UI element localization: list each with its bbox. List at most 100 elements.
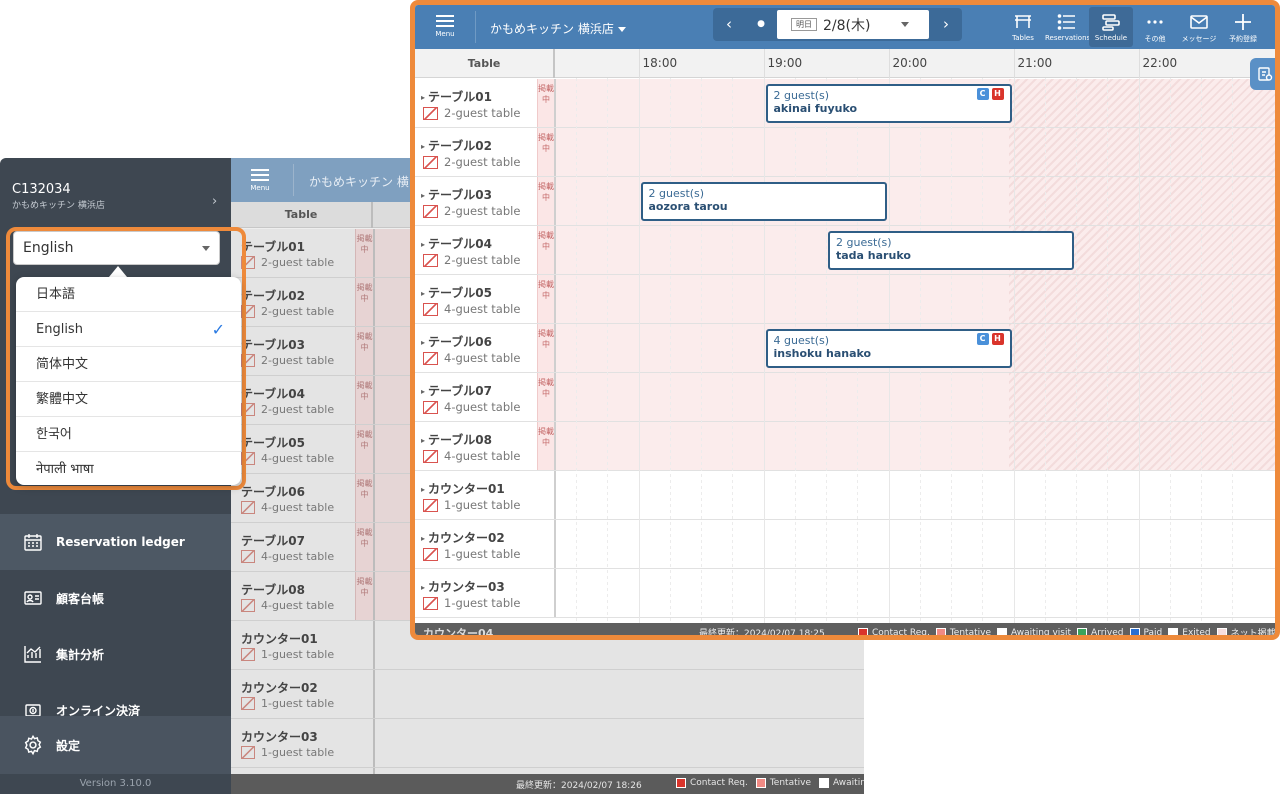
table-row[interactable]: テーブル074-guest table 掲載中 <box>415 373 1275 422</box>
table-capacity: 2-guest table <box>423 155 520 169</box>
reservation-guests: 4 guest(s) <box>773 334 830 347</box>
table-row[interactable]: テーブル022-guest table 掲載中 <box>415 128 1275 177</box>
toolbar-list-button[interactable]: Reservations <box>1045 7 1090 47</box>
timeline-area[interactable] <box>556 569 1275 617</box>
table-name: カウンター03 <box>241 730 318 744</box>
language-option[interactable]: English ✓ <box>16 312 241 347</box>
legend-swatch <box>819 778 829 788</box>
table-row[interactable]: カウンター031-guest table <box>415 569 1275 618</box>
column-divider <box>373 376 375 424</box>
settings-label: 設定 <box>56 738 81 753</box>
legend-swatch <box>935 627 946 635</box>
table-row[interactable]: カウンター021-guest table <box>415 520 1275 569</box>
capacity-label: 4-guest table <box>444 351 521 365</box>
menu-button[interactable]: Menu <box>245 166 275 196</box>
front-screen: Menu かもめキッチン 横浜店 ‹ ● 明日 2/8(木) › Tables R… <box>410 0 1280 640</box>
column-divider <box>373 523 375 571</box>
table-row[interactable]: カウンター011-guest table <box>415 471 1275 520</box>
language-option-label: 한국어 <box>36 427 72 442</box>
no-smoking-icon <box>241 697 255 710</box>
language-option[interactable]: 简体中文 <box>16 347 241 382</box>
table-name: テーブル03 <box>241 338 305 352</box>
caret-down-icon <box>901 22 909 27</box>
toolbar-mail-button[interactable]: メッセージ <box>1177 7 1221 47</box>
date-picker[interactable]: 明日 2/8(木) <box>777 10 929 39</box>
table-row[interactable]: カウンター031-guest table <box>231 719 864 768</box>
legend-swatch <box>1077 627 1088 635</box>
course-icon: C <box>976 88 989 100</box>
reservation-block[interactable]: 2 guest(s) akinai fuyuko C H <box>765 84 1012 123</box>
table-row[interactable]: テーブル054-guest table 掲載中 <box>415 275 1275 324</box>
timeline-area[interactable] <box>556 275 1275 323</box>
back-status-bar: 最終更新：2024/02/07 18:26 Contact Req. Tentat… <box>231 774 864 794</box>
capacity-label: 4-guest table <box>261 501 335 514</box>
timeline-area[interactable] <box>556 373 1275 421</box>
toolbar-tables-button[interactable]: Tables <box>1001 7 1045 47</box>
table-row[interactable]: テーブル084-guest table 掲載中 <box>415 422 1275 471</box>
sidebar-item-chart[interactable]: 集計分析 <box>0 626 231 682</box>
timeline-area[interactable] <box>556 471 1275 519</box>
popover-arrow <box>109 266 127 277</box>
hour-divider <box>888 49 890 78</box>
reservation-block[interactable]: 4 guest(s) inshoku hanako C H <box>765 329 1012 368</box>
legend-label: Contact Req. <box>690 778 748 788</box>
caret-down-icon <box>617 27 626 32</box>
table-name: テーブル02 <box>421 137 492 154</box>
menu-button[interactable]: Menu <box>429 12 461 38</box>
published-badge: 掲載中 <box>355 572 373 620</box>
column-divider <box>554 569 556 617</box>
no-smoking-icon <box>423 498 438 512</box>
timeline-area[interactable] <box>556 422 1275 470</box>
no-smoking-icon <box>241 501 255 514</box>
toolbar-more-button[interactable]: その他 <box>1133 7 1177 47</box>
reservation-guests: 2 guest(s) <box>648 187 705 200</box>
published-badge: 掲載中 <box>355 523 373 571</box>
sidebar-item-id-card[interactable]: 顧客台帳 <box>0 570 231 626</box>
legend-label: Tentative <box>769 778 811 788</box>
language-option[interactable]: 日本語 <box>16 277 241 312</box>
reservation-badges: CH <box>976 88 1004 100</box>
hour-divider <box>1013 49 1015 78</box>
prev-day-button[interactable]: ‹ <box>713 8 745 41</box>
sidebar-item-calendar[interactable]: Reservation ledger <box>0 514 231 570</box>
legend-item: Paid <box>1129 626 1162 635</box>
capacity-label: 2-guest table <box>444 253 521 267</box>
language-option-label: 繁體中文 <box>36 392 89 407</box>
chevron-right-icon[interactable]: › <box>212 194 217 209</box>
hot-pepper-icon: H <box>991 333 1004 345</box>
legend-label: Contact Req. <box>872 627 930 638</box>
settings-menu-item[interactable]: 設定 <box>0 716 231 774</box>
timeline-area[interactable] <box>556 520 1275 568</box>
store-selector[interactable]: かもめキッチン 横浜店 <box>490 20 626 37</box>
gear-icon <box>24 734 42 756</box>
language-select[interactable]: English <box>13 231 220 265</box>
no-smoking-icon <box>241 550 255 563</box>
no-smoking-icon <box>423 596 438 610</box>
timeline-area[interactable] <box>556 128 1275 176</box>
language-menu: 日本語 English ✓ 简体中文繁體中文 한국어 नेपाली भाषा <box>16 277 241 485</box>
sidebar-item-label: Reservation ledger <box>56 535 185 549</box>
next-day-button[interactable]: › <box>930 8 962 41</box>
language-option[interactable]: नेपाली भाषा <box>16 452 241 487</box>
language-option[interactable]: 한국어 <box>16 417 241 452</box>
reservation-badges: CH <box>976 333 1004 345</box>
table-name: テーブル05 <box>421 284 492 301</box>
published-badge: 掲載中 <box>537 128 554 176</box>
capacity-label: 2-guest table <box>444 106 521 120</box>
capacity-label: 4-guest table <box>261 452 335 465</box>
table-row[interactable]: カウンター021-guest table <box>231 670 864 719</box>
language-option[interactable]: 繁體中文 <box>16 382 241 417</box>
hamburger-icon <box>245 169 275 181</box>
toolbar-label: Tables <box>1012 34 1034 42</box>
toolbar-schedule-button[interactable]: Schedule <box>1089 7 1133 47</box>
side-panel-button[interactable] <box>1250 58 1275 90</box>
table-capacity: 2-guest table <box>241 403 334 416</box>
reservation-block[interactable]: 2 guest(s) aozora tarou <box>640 182 887 221</box>
table-column-header: Table <box>231 202 373 228</box>
capacity-label: 4-guest table <box>261 599 335 612</box>
reservation-block[interactable]: 2 guest(s) tada haruko <box>828 231 1074 270</box>
table-name: テーブル08 <box>421 431 492 448</box>
toolbar-plus-button[interactable]: 予約登録 <box>1221 7 1265 47</box>
today-button[interactable]: ● <box>745 8 777 41</box>
column-divider <box>554 275 556 323</box>
